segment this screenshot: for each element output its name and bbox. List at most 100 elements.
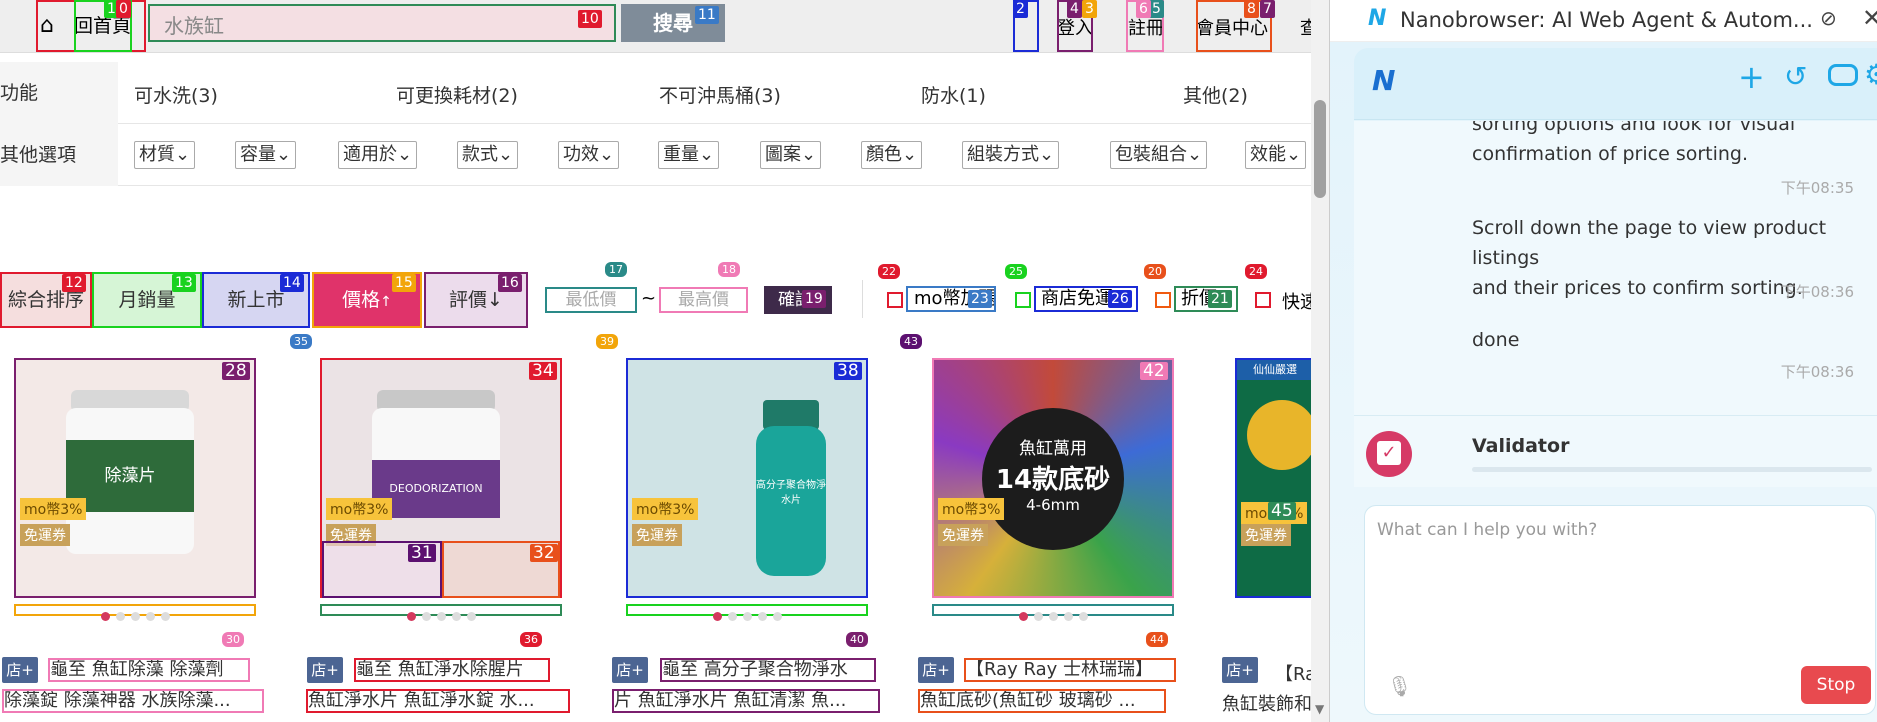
product-title[interactable]: 龜至 魚缸淨水除腥片 — [354, 658, 550, 682]
label-badge: 34 — [529, 362, 557, 380]
product-title[interactable]: 【Ray Ray 士林瑞瑞】 — [964, 658, 1176, 682]
filter-select[interactable]: 包裝組合⌄ — [1110, 141, 1208, 169]
label-badge: 5 — [1149, 0, 1164, 18]
microphone-icon[interactable]: 🎙 — [1387, 674, 1412, 698]
screen: ⌂ 回首頁 水族缸 搜尋 登入 註冊 會員中心 查 功能 可水洗(3) 可更換耗… — [0, 0, 1877, 722]
product-card[interactable]: 除藻片 mo幣3% 免運券 — [14, 358, 256, 598]
message-timestamp: 下午08:36 — [1780, 363, 1854, 381]
coupon-badge: 免運券 — [1241, 524, 1291, 546]
label-badge: 40 — [846, 632, 868, 647]
store-plus-icon: 店+ — [918, 657, 954, 683]
filter-select[interactable]: 適用於⌄ — [338, 141, 418, 169]
product-card[interactable]: 仙仙嚴選 mo幣3% 免運券 — [1235, 358, 1311, 598]
checkbox-fast[interactable] — [1255, 292, 1271, 308]
scroll-down-icon[interactable]: ▼ — [1315, 702, 1324, 716]
product-title-line2[interactable]: 魚缸裝飾和 — [1222, 690, 1311, 716]
carousel-dots[interactable] — [626, 604, 868, 621]
chat-input[interactable]: What can I help you with? 🎙 Stop — [1364, 505, 1876, 715]
label-badge: 22 — [878, 264, 900, 279]
search-input[interactable]: 水族缸 — [148, 4, 616, 42]
discord-icon[interactable] — [1828, 64, 1858, 86]
checkbox-mo-coin[interactable] — [887, 292, 903, 308]
cart-link[interactable]: 查 — [1300, 14, 1311, 40]
label-badge: 11 — [695, 6, 719, 24]
max-price-input[interactable]: 最高價 — [659, 287, 748, 313]
label-badge: 4 — [1067, 0, 1082, 18]
label-badge: 7 — [1260, 0, 1275, 18]
settings-gear-icon[interactable]: ⚙ — [1864, 58, 1877, 91]
carousel-dots[interactable] — [14, 604, 256, 621]
filter-select[interactable]: 組裝方式⌄ — [962, 141, 1060, 169]
product-title-line2[interactable]: 片 魚缸淨水片 魚缸清潔 魚... — [612, 689, 880, 713]
filter-select[interactable]: 重量⌄ — [658, 141, 720, 169]
checkbox-free-shipping[interactable] — [1015, 292, 1031, 308]
label-badge: 15 — [392, 274, 416, 292]
product-image: 仙仙嚴選 — [1237, 360, 1311, 596]
product-title-line2[interactable]: 魚缸淨水片 魚缸淨水錠 水... — [306, 689, 570, 713]
store-plus-icon: 店+ — [307, 657, 343, 683]
scrollbar-thumb[interactable] — [1314, 100, 1326, 198]
history-icon[interactable]: ↺ — [1784, 60, 1807, 93]
page-scrollbar[interactable]: ▼ — [1311, 0, 1329, 722]
new-chat-icon[interactable]: + — [1738, 58, 1765, 96]
filter-option[interactable]: 防水(1) — [921, 81, 986, 108]
label-badge: 28 — [222, 362, 250, 380]
filter-select[interactable]: 圖案⌄ — [760, 141, 822, 169]
panel-titlebar: N Nanobrowser: AI Web Agent & Autom... ⊘… — [1330, 0, 1877, 42]
product-title[interactable]: 龜至 魚缸除藻 除藻劑 — [48, 658, 250, 682]
filter-option[interactable]: 可更換耗材(2) — [396, 81, 518, 108]
filter-select[interactable]: 效能⌄ — [1245, 141, 1307, 169]
unpin-icon[interactable]: ⊘ — [1820, 6, 1837, 30]
label-badge: 32 — [530, 544, 558, 562]
product-title[interactable]: 【Ra — [1275, 660, 1311, 686]
label-badge: 31 — [408, 544, 436, 562]
carousel-dots[interactable] — [320, 604, 562, 621]
message-timestamp: 下午08:36 — [1780, 283, 1854, 301]
label-badge: 42 — [1140, 362, 1168, 380]
nanobrowser-logo-icon: N — [1368, 6, 1387, 31]
filter-option[interactable]: 不可沖馬桶(3) — [659, 81, 781, 108]
filter-select[interactable]: 款式⌄ — [457, 141, 519, 169]
carousel-dots[interactable] — [932, 604, 1174, 621]
label-badge: 6 — [1136, 0, 1151, 18]
label-badge: 19 — [802, 290, 826, 308]
product-card[interactable]: 魚缸萬用 14款底砂 4-6mm mo幣3% 免運券 — [932, 358, 1174, 598]
label-badge: 25 — [1005, 264, 1027, 279]
label-badge: 8 — [1244, 0, 1259, 18]
label-badge: 26 — [1108, 290, 1132, 308]
product-title-line2[interactable]: 魚缸底砂(魚缸砂 玻璃砂 ... — [918, 689, 1166, 713]
label-badge: 18 — [718, 262, 740, 277]
validator-name: Validator — [1472, 435, 1570, 457]
message-list: sorting options and look for visual confi… — [1354, 121, 1877, 487]
check-icon: ✓ — [1377, 441, 1401, 465]
min-price-input[interactable]: 最低價 — [545, 287, 637, 313]
filter-select[interactable]: 顏色⌄ — [861, 141, 923, 169]
web-page: ⌂ 回首頁 水族缸 搜尋 登入 註冊 會員中心 查 功能 可水洗(3) 可更換耗… — [0, 0, 1311, 722]
product-card[interactable]: DEODORIZATION mo幣3% 免運券 — [320, 358, 562, 598]
label-badge: 14 — [280, 274, 304, 292]
filter-other-label: 其他選項 — [0, 124, 118, 186]
product-card[interactable]: 高分子聚合物淨水片 mo幣3% 免運券 — [626, 358, 868, 598]
close-icon[interactable]: ✕ — [1862, 4, 1877, 32]
filter-select[interactable]: 材質⌄ — [134, 141, 196, 169]
mo-coin-badge: mo幣3% — [326, 498, 393, 520]
filter-function-row: 功能 可水洗(3) 可更換耗材(2) 不可沖馬桶(3) 防水(1) 其他(2) — [0, 62, 1311, 124]
filter-option[interactable]: 其他(2) — [1183, 81, 1248, 108]
filter-select[interactable]: 容量⌄ — [235, 141, 297, 169]
stop-button[interactable]: Stop — [1801, 666, 1871, 704]
product-title[interactable]: 龜至 高分子聚合物淨水 — [660, 658, 876, 682]
product-image: 除藻片 — [16, 360, 254, 596]
filter-option[interactable]: 可水洗(3) — [134, 81, 218, 108]
filter-other-row: 其他選項 材質⌄ 容量⌄ 適用於⌄ 款式⌄ 功效⌄ 重量⌄ 圖案⌄ 顏色⌄ 組裝… — [0, 124, 1311, 186]
panel-header: N + ↺ ⚙ — [1354, 48, 1877, 120]
label-badge: 17 — [605, 262, 627, 277]
range-separator: ~ — [641, 288, 657, 309]
nanobrowser-logo-icon: N — [1372, 64, 1396, 97]
filter-select[interactable]: 功效⌄ — [558, 141, 620, 169]
side-panel: N Nanobrowser: AI Web Agent & Autom... ⊘… — [1329, 0, 1877, 722]
store-plus-icon: 店+ — [2, 657, 38, 683]
validator-progress — [1472, 467, 1872, 472]
label-badge: 2 — [1013, 0, 1028, 18]
product-title-line2[interactable]: 除藻錠 除藻神器 水族除藻... — [2, 689, 264, 713]
checkbox-discount[interactable] — [1155, 292, 1171, 308]
